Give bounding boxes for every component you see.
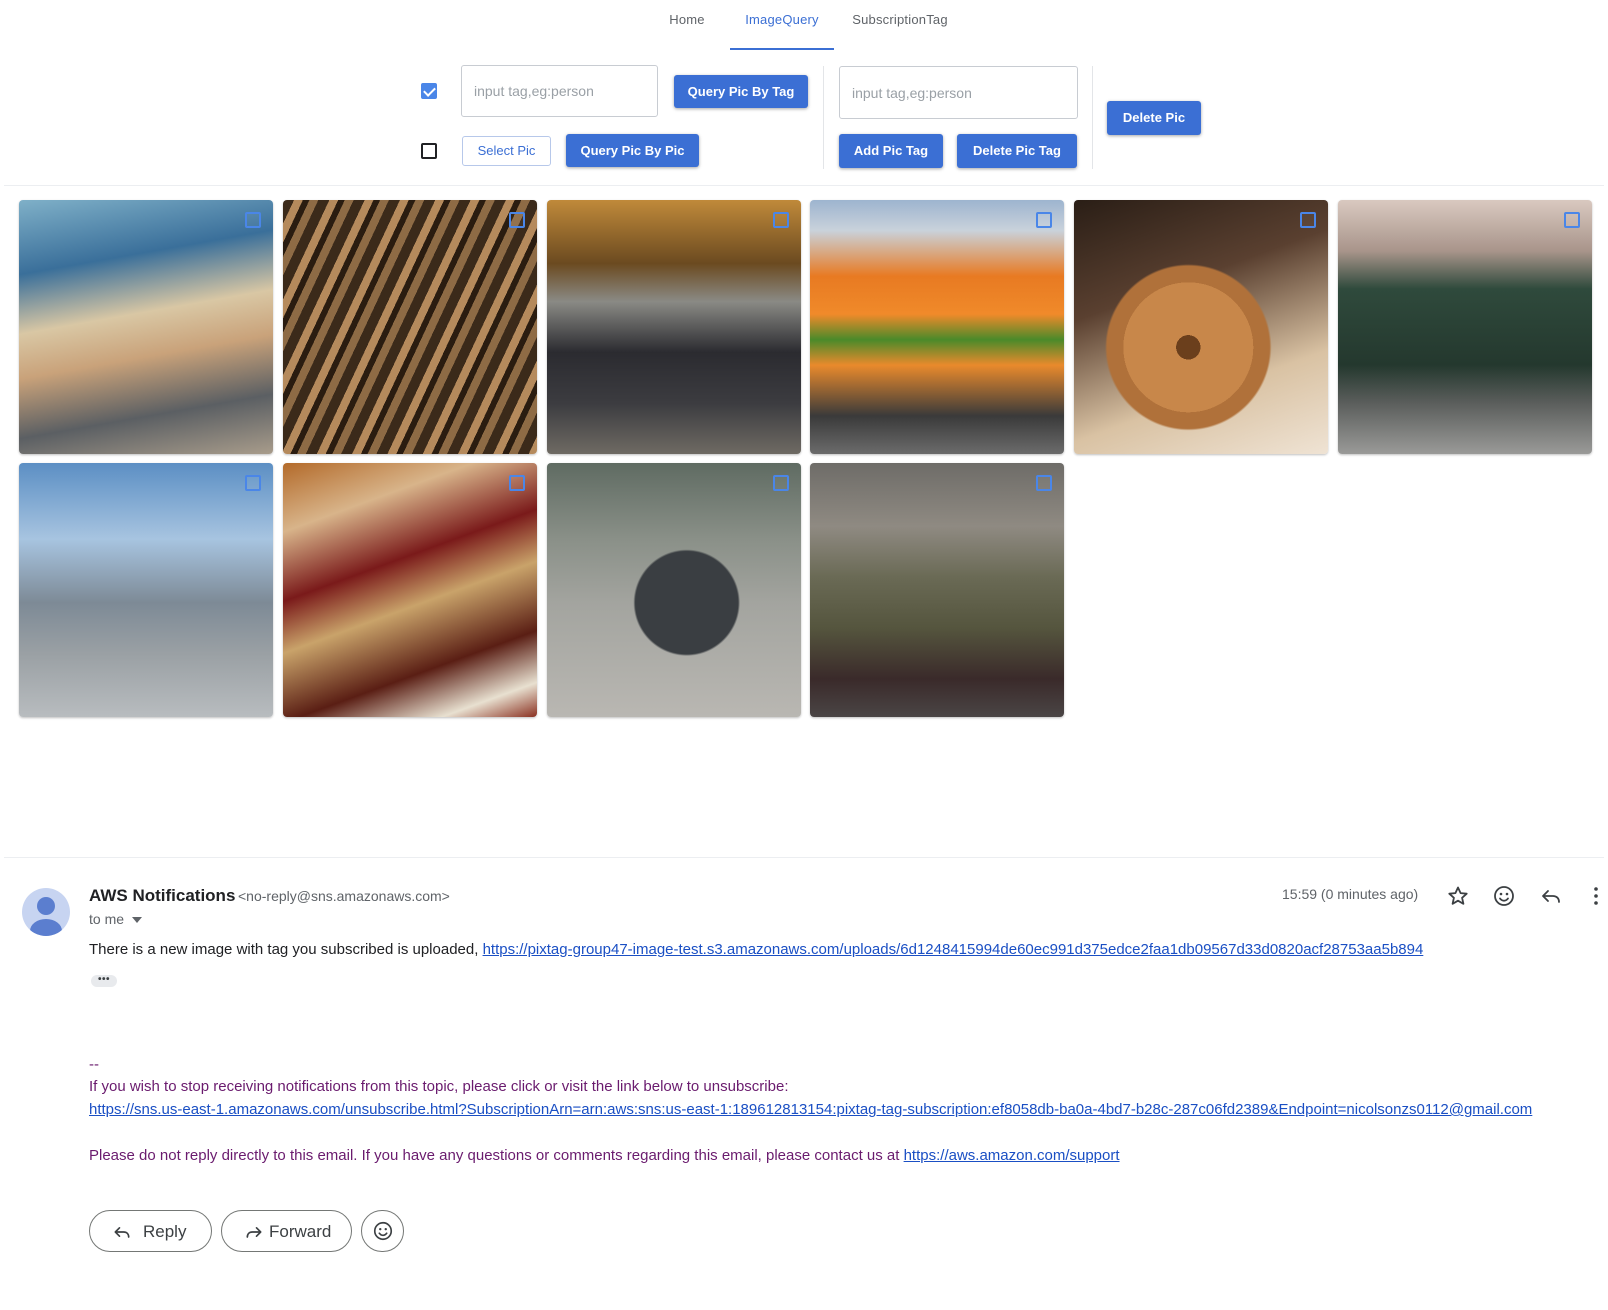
gallery-image[interactable] [547,200,801,454]
image-select-checkbox[interactable] [245,212,261,228]
image-select-checkbox[interactable] [1300,212,1316,228]
toolbar-divider [1092,66,1093,169]
image-link[interactable]: https://pixtag-group47-image-test.s3.ama… [483,941,1424,958]
pic-tag-input[interactable] [839,66,1078,119]
gallery-image[interactable] [547,463,801,717]
gallery-image[interactable] [810,200,1064,454]
gallery-image[interactable] [283,463,537,717]
reply-icon [114,1227,130,1238]
gallery-image[interactable] [1074,200,1328,454]
gallery-image[interactable] [283,200,537,454]
avatar [22,888,70,936]
forward-icon [246,1227,262,1238]
emoji-icon[interactable] [1492,884,1516,908]
email-message-line: There is a new image with tag you subscr… [89,941,1423,958]
message-text: There is a new image with tag you subscr… [89,941,483,958]
image-select-checkbox[interactable] [245,475,261,491]
image-select-checkbox[interactable] [773,475,789,491]
forward-label: Forward [269,1222,332,1241]
add-pic-tag-button[interactable]: Add Pic Tag [839,134,943,168]
emoji-react-button[interactable] [361,1210,404,1252]
reply-label: Reply [143,1222,187,1241]
query-pic-by-tag-button[interactable]: Query Pic By Tag [674,75,808,108]
gallery-image[interactable] [19,463,273,717]
emoji-icon [373,1221,393,1241]
no-reply-line: Please do not reply directly to this ema… [89,1147,1120,1164]
tab-home[interactable]: Home [654,0,720,48]
star-icon[interactable] [1446,884,1470,908]
toolbar-separator [4,185,1604,186]
reply-icon[interactable] [1539,884,1563,908]
sender-name: AWS Notifications [89,886,236,905]
support-link[interactable]: https://aws.amazon.com/support [904,1147,1120,1164]
sender-email: <no-reply@sns.amazonaws.com> [238,888,450,904]
no-reply-text: Please do not reply directly to this ema… [89,1147,904,1164]
query-by-tag-checkbox[interactable] [421,83,437,99]
query-by-pic-checkbox[interactable] [421,143,437,159]
unsubscribe-link[interactable]: https://sns.us-east-1.amazonaws.com/unsu… [89,1101,1532,1118]
unsubscribe-text: If you wish to stop receiving notificati… [89,1078,789,1095]
image-select-checkbox[interactable] [773,212,789,228]
section-separator [4,857,1604,858]
tag-search-input[interactable] [461,65,658,117]
email-timestamp: 15:59 (0 minutes ago) [1282,886,1419,902]
gallery-image[interactable] [810,463,1064,717]
recipient-label: to me [89,911,125,927]
image-select-checkbox[interactable] [1564,212,1580,228]
image-select-checkbox[interactable] [1036,475,1052,491]
query-pic-by-pic-button[interactable]: Query Pic By Pic [566,134,699,167]
gallery-image[interactable] [19,200,273,454]
toolbar-divider [823,66,824,169]
tab-subscription-tag[interactable]: SubscriptionTag [844,0,956,48]
delete-pic-button[interactable]: Delete Pic [1107,101,1201,135]
image-select-checkbox[interactable] [1036,212,1052,228]
gallery-image[interactable] [1338,200,1592,454]
more-vert-icon[interactable] [1584,884,1608,908]
unsubscribe-link-line: https://sns.us-east-1.amazonaws.com/unsu… [89,1101,1532,1118]
nav-tabs: Home ImageQuery SubscriptionTag [0,0,1608,50]
image-select-checkbox[interactable] [509,475,525,491]
image-select-checkbox[interactable] [509,212,525,228]
forward-button[interactable]: Forward [221,1210,352,1252]
delete-pic-tag-button[interactable]: Delete Pic Tag [957,134,1077,168]
select-pic-button[interactable]: Select Pic [462,136,551,166]
tab-image-query[interactable]: ImageQuery [730,0,834,50]
chevron-down-icon[interactable] [132,917,142,923]
signature-dash: -- [89,1056,99,1073]
reply-button[interactable]: Reply [89,1210,212,1252]
show-trimmed-content-button[interactable]: ••• [91,975,117,987]
